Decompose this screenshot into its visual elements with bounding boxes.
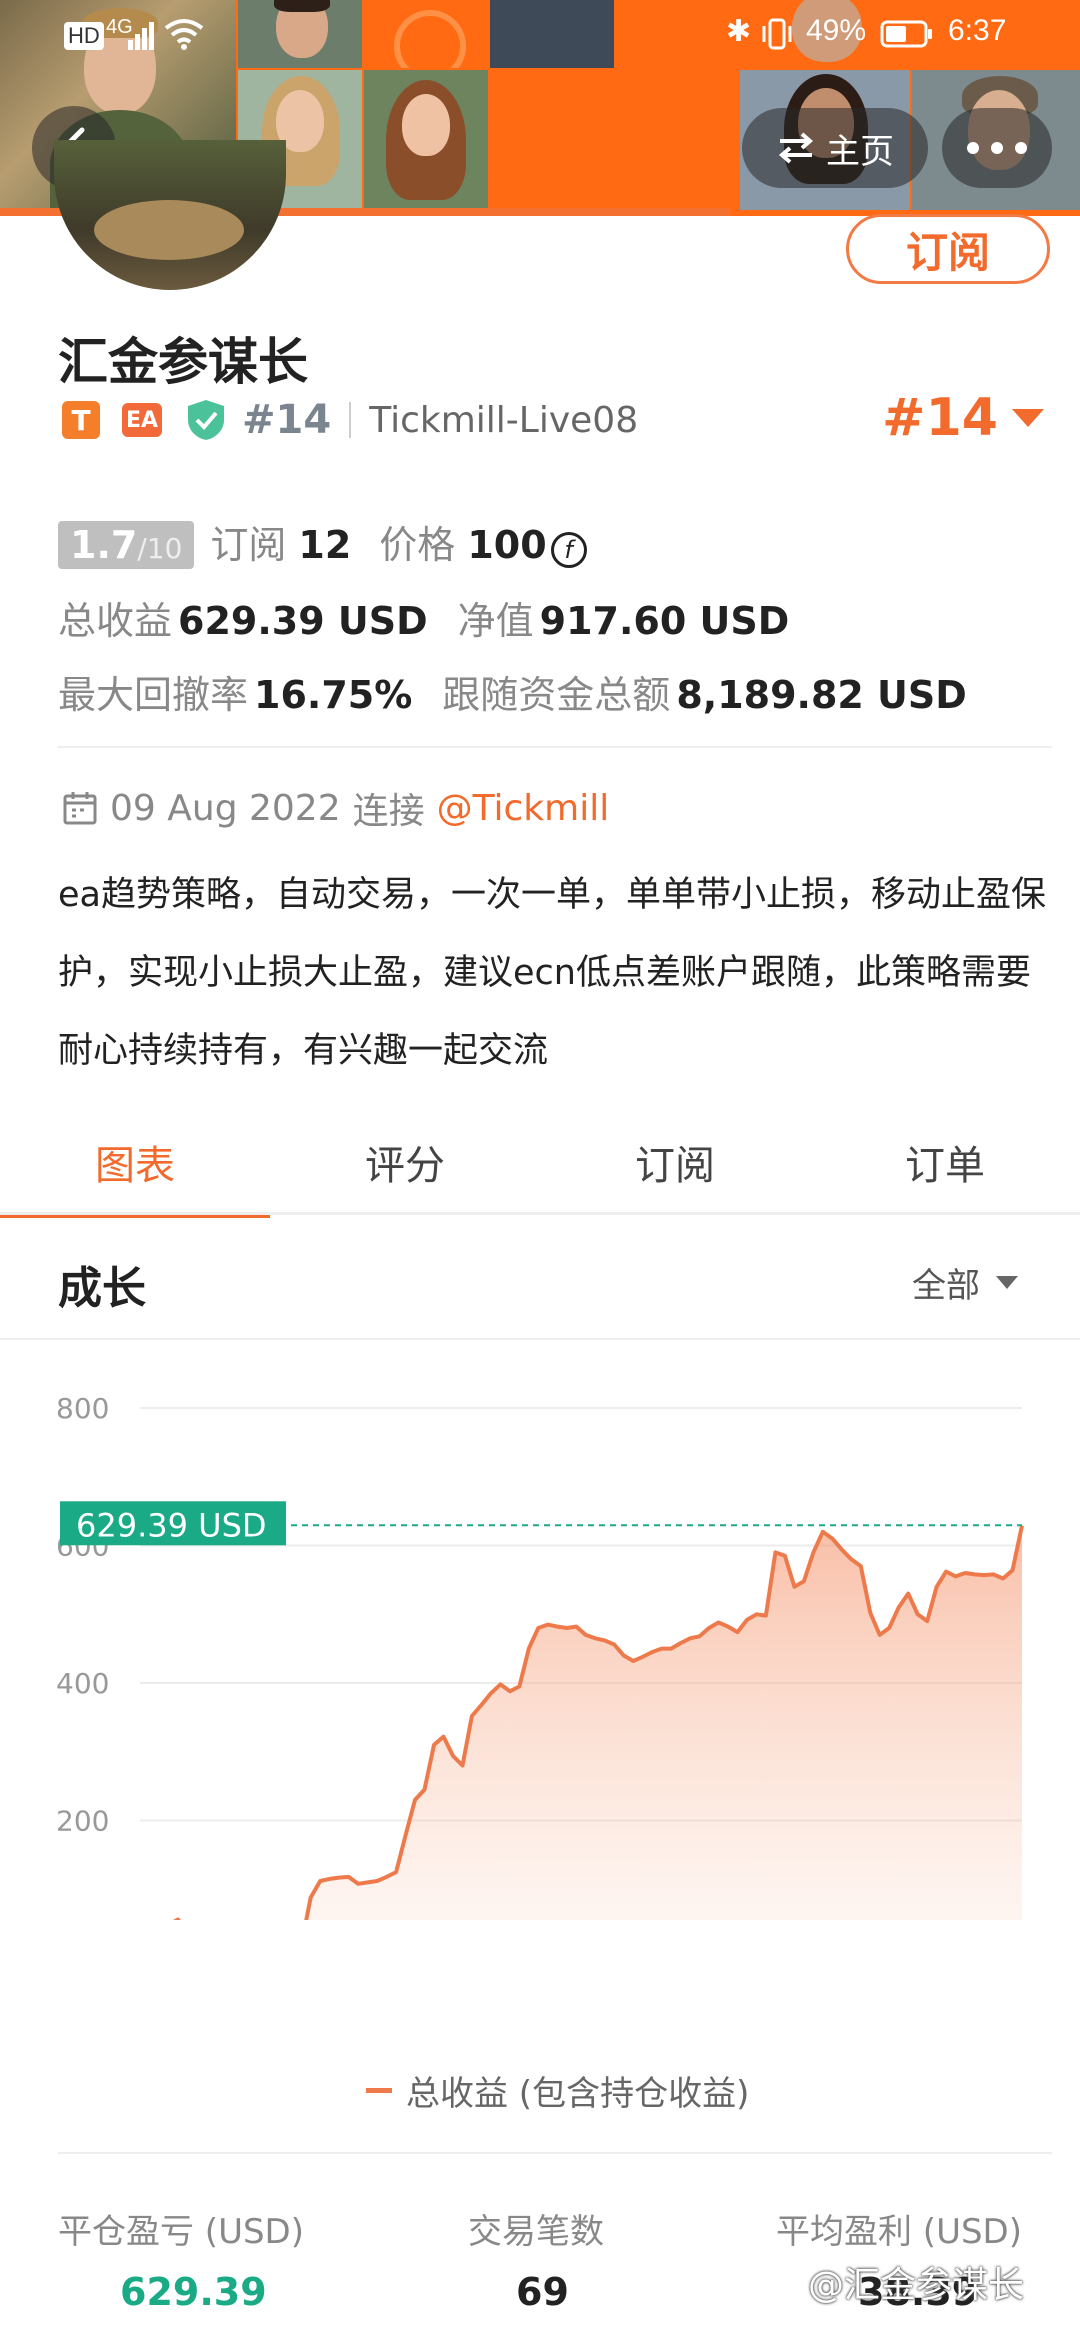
drawdown-value: 16.75% xyxy=(254,673,413,717)
divider xyxy=(58,2152,1052,2154)
tab-orders[interactable]: 订单 xyxy=(810,1110,1080,1214)
photo-tile xyxy=(238,0,362,68)
legend-swatch xyxy=(366,2088,392,2093)
broker-link[interactable]: @Tickmill xyxy=(437,788,610,829)
chart-legend: 总收益 (包含持仓收益) xyxy=(366,2066,749,2115)
account-name: Tickmill-Live08 xyxy=(369,399,639,441)
follow-amount-value: 8,189.82 USD xyxy=(676,673,967,717)
caret-down-icon xyxy=(996,1276,1018,1289)
score-badge: 1.7/10 xyxy=(58,521,195,569)
stats-row-2: 总收益 629.39 USD 净值 917.60 USD xyxy=(58,590,789,645)
pnl-value: 629.39 xyxy=(120,2270,267,2314)
trades-label: 交易笔数 xyxy=(468,2212,604,2252)
more-button[interactable] xyxy=(942,108,1052,188)
photo-tile xyxy=(364,70,488,210)
subscribe-count: 12 xyxy=(298,523,352,567)
tab-subscribe[interactable]: 订阅 xyxy=(540,1110,810,1214)
growth-chart[interactable]: 0200400600800 629.39 USD 29 Jul17 Aug06 … xyxy=(0,1340,1080,1920)
badge-t: T xyxy=(62,401,100,439)
home-label: 主页 xyxy=(826,131,894,172)
drawdown-label: 最大回撤率 xyxy=(58,673,249,717)
subscribe-count-label: 订阅 xyxy=(210,523,287,567)
home-button[interactable]: 主页 xyxy=(742,108,928,188)
y-tick-label: 800 xyxy=(56,1392,109,1425)
equity-label: 净值 xyxy=(457,599,534,643)
range-filter-label: 全部 xyxy=(912,1266,980,1306)
price-value: 100 xyxy=(467,523,547,567)
divider xyxy=(58,746,1052,748)
stats-row-3: 最大回撤率 16.75% 跟随资金总额 8,189.82 USD xyxy=(58,664,967,719)
signal-icon xyxy=(128,22,154,50)
caret-down-icon xyxy=(1011,409,1044,427)
badge-ea: EA xyxy=(122,403,162,437)
total-profit-label: 总收益 xyxy=(58,599,173,643)
price-label: 价格 xyxy=(379,523,456,567)
clock: 6:37 xyxy=(948,14,1007,47)
connection-info: 09 Aug 2022 连接 @Tickmill xyxy=(62,782,609,834)
divider xyxy=(0,1212,1080,1215)
verified-shield-icon xyxy=(188,400,224,440)
trader-name: 汇金参谋长 xyxy=(58,333,308,391)
legend-label: 总收益 (包含持仓收益) xyxy=(406,2074,750,2114)
connect-label: 连接 xyxy=(352,791,425,832)
badge-row: T EA #14 Tickmill-Live08 xyxy=(62,396,638,444)
coin-icon: f xyxy=(550,532,587,568)
photo-tile xyxy=(364,0,488,68)
battery-percent: 49% xyxy=(806,14,867,47)
section-title: 成长 xyxy=(58,1263,146,1314)
tab-rating[interactable]: 评分 xyxy=(270,1110,540,1214)
rank-dropdown[interactable]: #14 xyxy=(882,388,1044,448)
avatar[interactable] xyxy=(54,140,286,290)
rank-label: #14 xyxy=(242,397,332,443)
equity-value: 917.60 USD xyxy=(539,599,790,643)
swap-icon xyxy=(778,132,814,164)
chart-area xyxy=(177,1525,1022,1920)
subscribe-button[interactable]: 订阅 xyxy=(846,214,1050,284)
tab-bar: 图表 评分 订阅 订单 xyxy=(0,1110,1080,1218)
follow-amount-label: 跟随资金总额 xyxy=(442,673,671,717)
trades-value: 69 xyxy=(516,2270,569,2314)
tab-chart[interactable]: 图表 xyxy=(0,1110,270,1218)
wifi-icon xyxy=(164,19,204,50)
hd-indicator: HD xyxy=(64,22,104,50)
battery-icon xyxy=(880,20,932,48)
strategy-description: ea趋势策略，自动交易，一次一单，单单带小止损，移动止盈保护，实现小止损大止盈，… xyxy=(58,875,1046,1071)
watermark: @汇金参谋长 xyxy=(808,2265,1025,2306)
stats-row-1: 1.7/10 订阅 12 价格 100 f xyxy=(58,514,587,569)
pnl-label: 平仓盈亏 (USD) xyxy=(58,2212,304,2252)
connect-date: 09 Aug 2022 xyxy=(110,787,341,829)
vibrate-icon xyxy=(762,18,792,50)
more-icon xyxy=(967,142,1027,154)
current-value-label: 629.39 USD xyxy=(76,1506,267,1544)
calendar-icon xyxy=(63,792,97,825)
total-profit-value: 629.39 USD xyxy=(178,599,428,643)
divider xyxy=(349,402,352,438)
bluetooth-icon: ✱ xyxy=(726,15,752,48)
y-tick-label: 200 xyxy=(56,1805,109,1838)
photo-tile xyxy=(490,0,614,68)
range-filter-dropdown[interactable]: 全部 xyxy=(912,1258,1018,1307)
rank-value: #14 xyxy=(882,388,998,448)
avg-profit-label: 平均盈利 (USD) xyxy=(776,2212,1022,2252)
y-tick-label: 400 xyxy=(56,1667,109,1700)
